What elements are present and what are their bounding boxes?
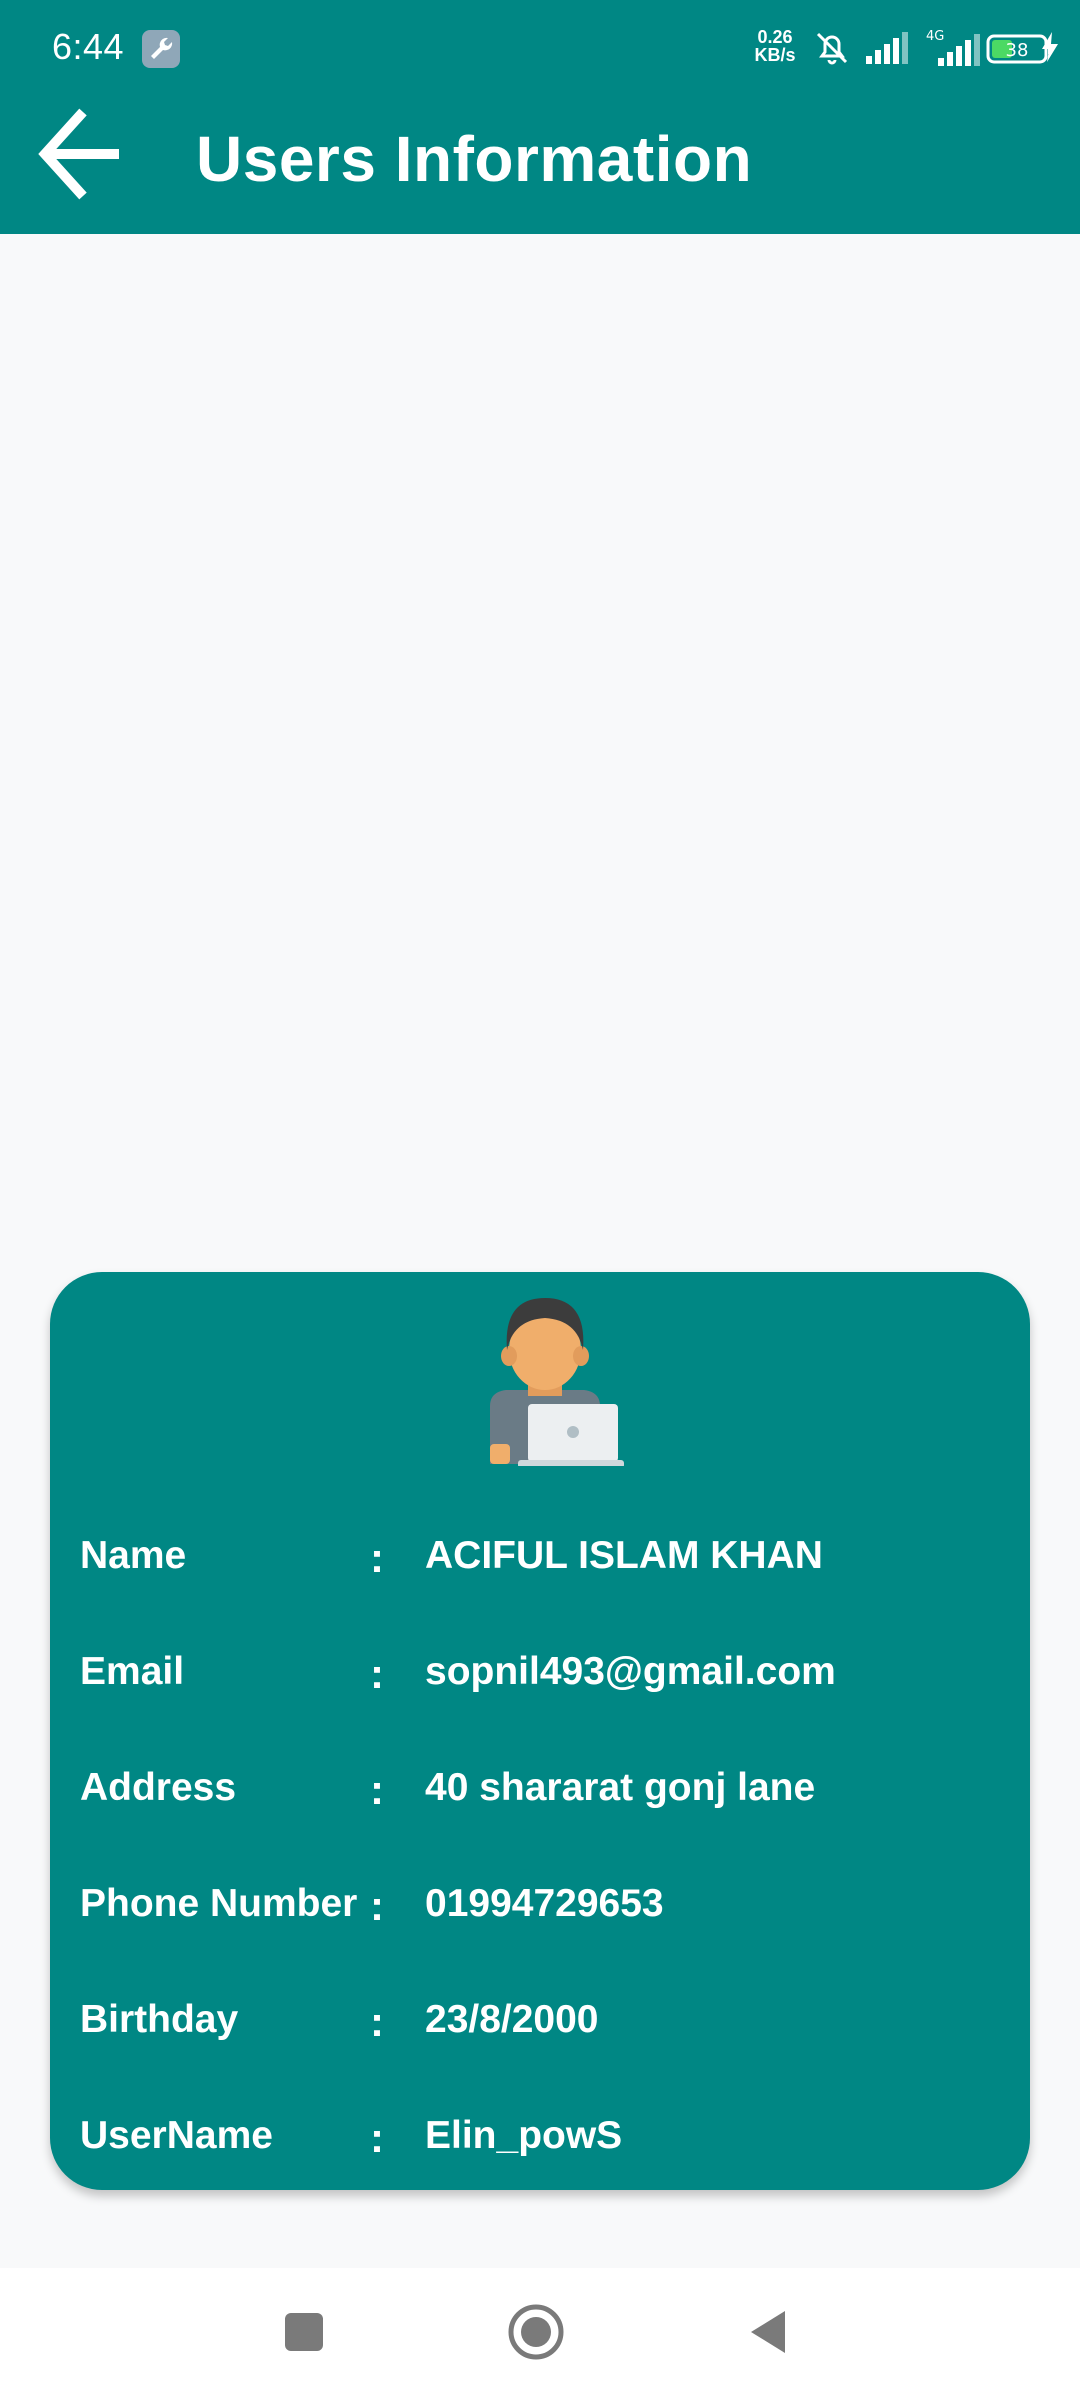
wrench-icon xyxy=(142,30,180,68)
info-row-name: Name : ACIFUL ISLAM KHAN xyxy=(80,1520,1000,1590)
info-row-username: UserName : Elin_powS xyxy=(80,2100,1000,2170)
net-speed-unit: KB/s xyxy=(754,45,796,65)
status-time: 6:44 xyxy=(52,26,125,67)
net-speed: 0.26 KB/s xyxy=(750,28,800,64)
name-colon: : xyxy=(370,1534,384,1581)
status-bar: 6:44 0.26 KB/s 4G 38 xyxy=(0,0,1080,96)
arrow-left-icon xyxy=(37,102,123,211)
user-laptop-avatar-icon xyxy=(460,1294,630,1468)
battery-level: 38 xyxy=(1006,40,1029,61)
birthday-label: Birthday xyxy=(80,1998,239,2041)
birthday-value: 23/8/2000 xyxy=(425,1998,599,2041)
birthday-colon: : xyxy=(370,1998,384,2045)
address-colon: : xyxy=(370,1766,384,1813)
phone-colon: : xyxy=(370,1882,384,1929)
home-button[interactable] xyxy=(500,2298,572,2370)
circle-icon xyxy=(506,2302,566,2367)
system-nav-bar xyxy=(0,2268,1080,2400)
app-bar: 6:44 0.26 KB/s 4G 38 Users Information xyxy=(0,0,1080,234)
nav-back-button[interactable] xyxy=(732,2298,804,2370)
username-label: UserName xyxy=(80,2114,273,2157)
email-label: Email xyxy=(80,1650,185,1693)
username-value: Elin_powS xyxy=(425,2114,623,2157)
address-value: 40 shararat gonj lane xyxy=(425,1766,816,1809)
name-value: ACIFUL ISLAM KHAN xyxy=(425,1534,823,1577)
signal-icon xyxy=(864,32,912,71)
network-type-label: 4G xyxy=(926,29,944,44)
info-row-address: Address : 40 shararat gonj lane xyxy=(80,1752,1000,1822)
info-row-phone: Phone Number : 01994729653 xyxy=(80,1868,1000,1938)
name-label: Name xyxy=(80,1534,187,1577)
phone-label: Phone Number xyxy=(80,1882,358,1925)
signal-4g-icon: 4G xyxy=(924,28,984,73)
back-button[interactable] xyxy=(30,100,130,212)
info-row-birthday: Birthday : 23/8/2000 xyxy=(80,1984,1000,2054)
address-label: Address xyxy=(80,1766,237,1809)
info-row-email: Email : sopnil493@gmail.com xyxy=(80,1636,1000,1706)
page-title: Users Information xyxy=(196,123,753,195)
email-colon: : xyxy=(370,1650,384,1697)
bell-off-icon xyxy=(812,28,852,73)
email-value: sopnil493@gmail.com xyxy=(425,1650,836,1693)
net-speed-value: 0.26 xyxy=(757,27,793,47)
username-colon: : xyxy=(370,2114,384,2161)
phone-value: 01994729653 xyxy=(425,1882,664,1925)
charging-icon xyxy=(1040,32,1060,67)
user-info-card: Name : ACIFUL ISLAM KHAN Email : sopnil4… xyxy=(50,1272,1030,2190)
triangle-back-icon xyxy=(745,2307,791,2362)
recents-button[interactable] xyxy=(268,2298,340,2370)
square-icon xyxy=(282,2310,326,2359)
